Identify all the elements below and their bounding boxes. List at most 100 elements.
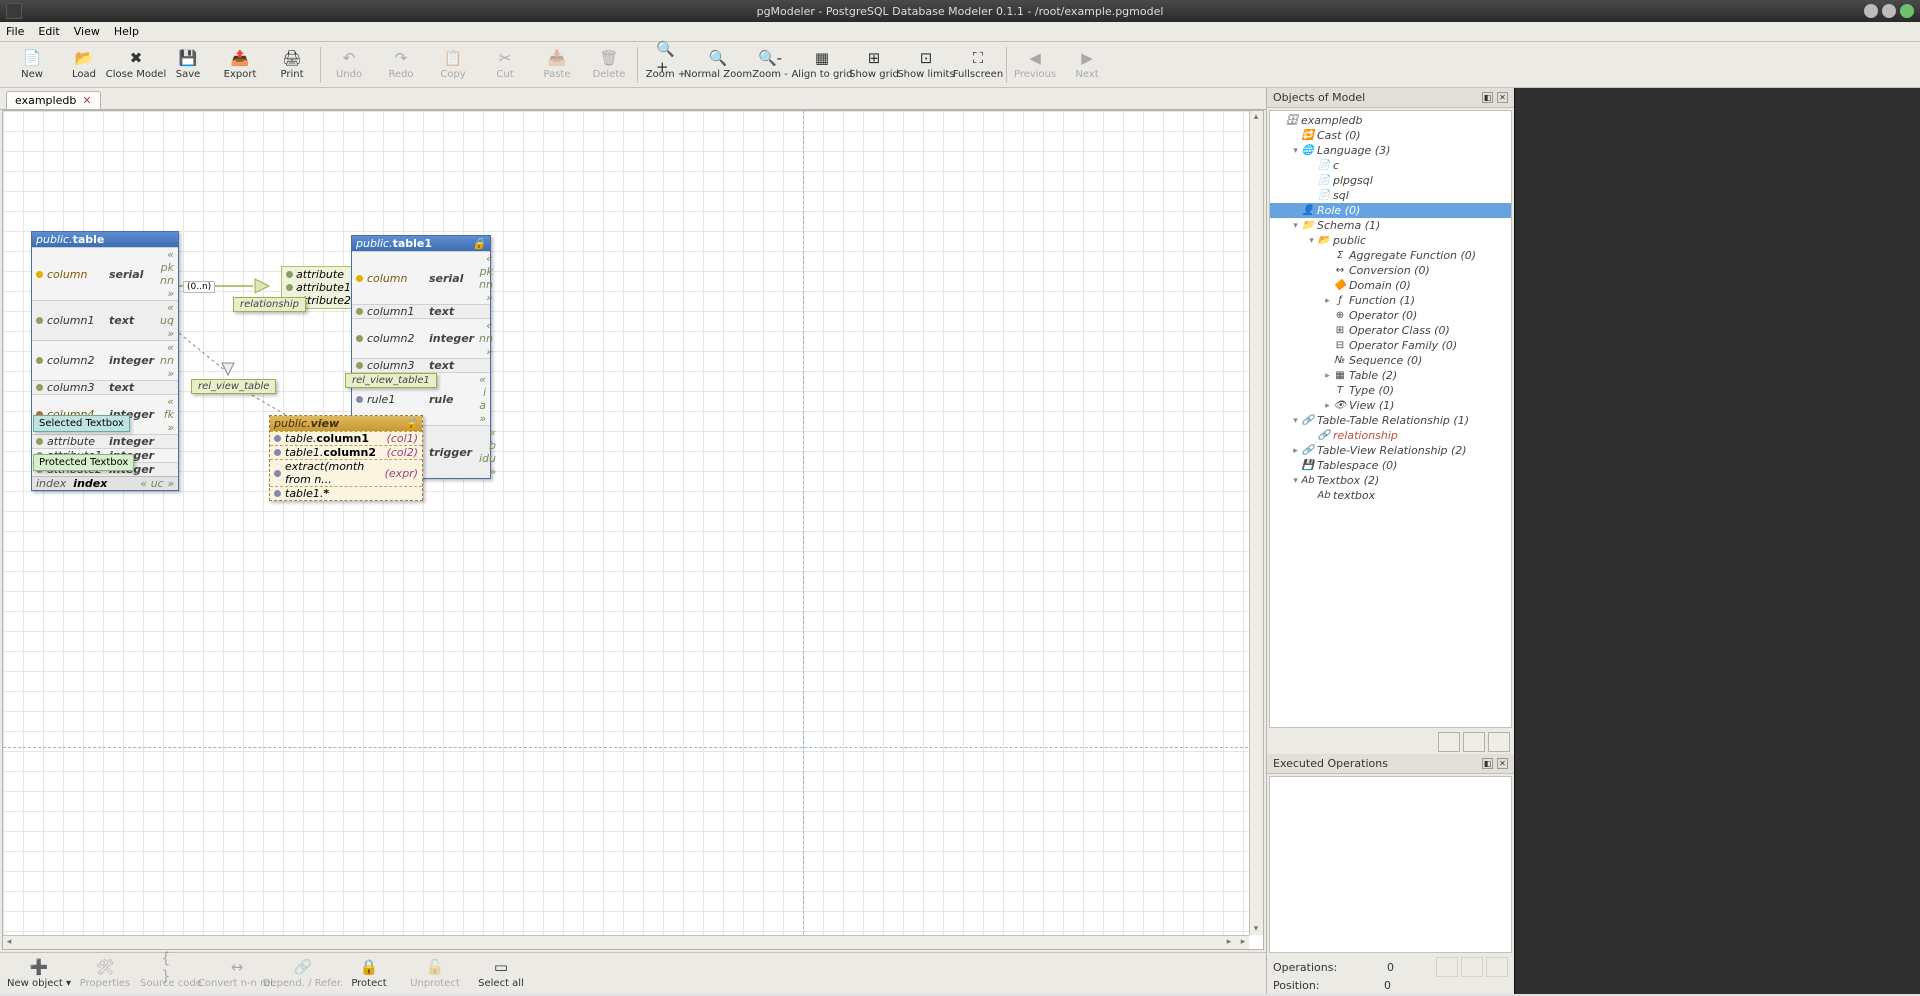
tree-expand-icon[interactable]: ▸: [1290, 446, 1301, 456]
tree-node-icon: ⊟: [1333, 340, 1347, 352]
model-canvas[interactable]: public.table columnserial« pk nn »column…: [3, 111, 1263, 949]
ops-btn-clear[interactable]: [1486, 957, 1508, 977]
canvas-scrollbar-vertical[interactable]: ▴▾: [1249, 111, 1263, 935]
minimize-button[interactable]: [1864, 4, 1878, 18]
ops-btn-undo[interactable]: [1436, 957, 1458, 977]
fullscreen-button[interactable]: ⛶Fullscreen: [952, 43, 1004, 87]
tree-node[interactable]: 📄plpgsql: [1270, 173, 1511, 188]
menu-edit[interactable]: Edit: [38, 25, 59, 38]
tree-node[interactable]: ▾🔗Table-Table Relationship (1): [1270, 413, 1511, 428]
menubar: File Edit View Help: [0, 22, 1920, 42]
ops-btn-redo[interactable]: [1461, 957, 1483, 977]
tree-node[interactable]: 🗄exampledb: [1270, 113, 1511, 128]
tree-node[interactable]: 📄c: [1270, 158, 1511, 173]
relationship-label[interactable]: relationship: [233, 297, 306, 312]
tree-node[interactable]: ΣAggregate Function (0): [1270, 248, 1511, 263]
tree-node[interactable]: №Sequence (0): [1270, 353, 1511, 368]
show-grid-button[interactable]: ⊞Show grid: [848, 43, 900, 87]
menu-file[interactable]: File: [6, 25, 24, 38]
close-model-button[interactable]: ✖Close Model: [110, 43, 162, 87]
protect-button[interactable]: 🔒Protect: [336, 952, 402, 996]
rel-view-table1-label[interactable]: rel_view_table1: [345, 373, 437, 388]
tree-node[interactable]: Abtextbox: [1270, 488, 1511, 503]
tree-btn-1[interactable]: [1438, 732, 1460, 752]
tree-node-icon: 🔗: [1301, 445, 1315, 457]
rel-view-table-label[interactable]: rel_view_table: [191, 379, 276, 394]
new-object-button[interactable]: ➕New object ▾: [6, 952, 72, 996]
protected-textbox[interactable]: Protected Textbox: [33, 454, 134, 471]
panel-close-icon[interactable]: ✕: [1497, 92, 1508, 103]
entity-view[interactable]: public.view 🔒 table.column1(col1)table1.…: [269, 415, 423, 501]
tree-node[interactable]: ↔Conversion (0): [1270, 263, 1511, 278]
tree-node[interactable]: ⊟Operator Family (0): [1270, 338, 1511, 353]
new-icon: 📄: [22, 49, 42, 67]
tree-node[interactable]: TType (0): [1270, 383, 1511, 398]
tree-node[interactable]: 🔗relationship: [1270, 428, 1511, 443]
panel-undock-icon[interactable]: ◧: [1482, 92, 1493, 103]
new-button[interactable]: 📄New: [6, 43, 58, 87]
normal-zoom-button[interactable]: 🔍Normal Zoom: [692, 43, 744, 87]
tree-btn-3[interactable]: [1488, 732, 1510, 752]
objects-panel-header: Objects of Model ◧ ✕: [1267, 88, 1514, 108]
print-button[interactable]: 🖨Print: [266, 43, 318, 87]
depend-button: 🔗Depend. / Refer.: [270, 952, 336, 996]
tree-node[interactable]: ▾🌐Language (3): [1270, 143, 1511, 158]
zoom-out-icon: 🔍-: [760, 49, 780, 67]
tree-node[interactable]: ▾AbTextbox (2): [1270, 473, 1511, 488]
menu-help[interactable]: Help: [114, 25, 139, 38]
tree-node[interactable]: ▸🔗Table-View Relationship (2): [1270, 443, 1511, 458]
objects-tree[interactable]: 🗄exampledb🔁Cast (0)▾🌐Language (3)📄c📄plpg…: [1269, 110, 1512, 728]
tree-node[interactable]: ▾📁Schema (1): [1270, 218, 1511, 233]
select-all-button[interactable]: ▭Select all: [468, 952, 534, 996]
tree-node[interactable]: ▸ƒFunction (1): [1270, 293, 1511, 308]
tree-expand-icon[interactable]: ▸: [1322, 371, 1333, 381]
selected-textbox[interactable]: Selected Textbox: [33, 415, 130, 432]
tree-node-label: Cast (0): [1317, 129, 1361, 142]
titlebar: pgModeler - PostgreSQL Database Modeler …: [0, 0, 1920, 22]
tree-node[interactable]: 🔶Domain (0): [1270, 278, 1511, 293]
tree-node-icon: Ab: [1301, 475, 1315, 487]
tree-node-icon: T: [1333, 385, 1347, 397]
tree-node[interactable]: 👤Role (0): [1270, 203, 1511, 218]
fullscreen-icon: ⛶: [968, 49, 988, 67]
tab-exampledb[interactable]: exampledb ✕: [6, 91, 101, 109]
maximize-button[interactable]: [1882, 4, 1896, 18]
tree-btn-2[interactable]: [1463, 732, 1485, 752]
export-button[interactable]: 📤Export: [214, 43, 266, 87]
bullet-icon: [274, 435, 281, 442]
tree-node[interactable]: 💾Tablespace (0): [1270, 458, 1511, 473]
tree-node[interactable]: ⊞Operator Class (0): [1270, 323, 1511, 338]
tree-expand-icon[interactable]: ▸: [1322, 296, 1333, 306]
tree-expand-icon[interactable]: ▾: [1290, 476, 1301, 486]
tab-close-icon[interactable]: ✕: [82, 94, 91, 107]
tree-node[interactable]: 📄sql: [1270, 188, 1511, 203]
tree-expand-icon[interactable]: ▾: [1290, 146, 1301, 156]
tree-node[interactable]: ⊕Operator (0): [1270, 308, 1511, 323]
save-button[interactable]: 💾Save: [162, 43, 214, 87]
tree-node-icon: 📄: [1317, 190, 1331, 202]
close-button[interactable]: [1900, 4, 1914, 18]
tree-node[interactable]: 🔁Cast (0): [1270, 128, 1511, 143]
tree-expand-icon[interactable]: ▾: [1306, 236, 1317, 246]
tree-node[interactable]: ▸👁View (1): [1270, 398, 1511, 413]
entity-table[interactable]: public.table columnserial« pk nn »column…: [31, 231, 179, 491]
panel-undock-icon[interactable]: ◧: [1482, 758, 1493, 769]
tree-expand-icon[interactable]: ▸: [1322, 401, 1333, 411]
load-button[interactable]: 📂Load: [58, 43, 110, 87]
tree-expand-icon[interactable]: ▾: [1290, 416, 1301, 426]
tree-node[interactable]: ▸▦Table (2): [1270, 368, 1511, 383]
window-title: pgModeler - PostgreSQL Database Modeler …: [757, 5, 1164, 18]
canvas-scrollbar-horizontal[interactable]: ◂▸▸: [3, 935, 1249, 949]
tree-node[interactable]: ▾📂public: [1270, 233, 1511, 248]
panel-close-icon[interactable]: ✕: [1497, 758, 1508, 769]
tree-node-label: Textbox (2): [1317, 474, 1379, 487]
menu-view[interactable]: View: [74, 25, 100, 38]
zoom-out-button[interactable]: 🔍-Zoom -: [744, 43, 796, 87]
align-button[interactable]: ▦Align to grid: [796, 43, 848, 87]
operations-count-value: 0: [1387, 961, 1394, 974]
tree-expand-icon[interactable]: ▾: [1290, 221, 1301, 231]
show-limits-button[interactable]: ⊡Show limits: [900, 43, 952, 87]
tree-node-label: Type (0): [1349, 384, 1394, 397]
tree-node-icon: 🔁: [1301, 130, 1315, 142]
show-limits-icon: ⊡: [916, 49, 936, 67]
